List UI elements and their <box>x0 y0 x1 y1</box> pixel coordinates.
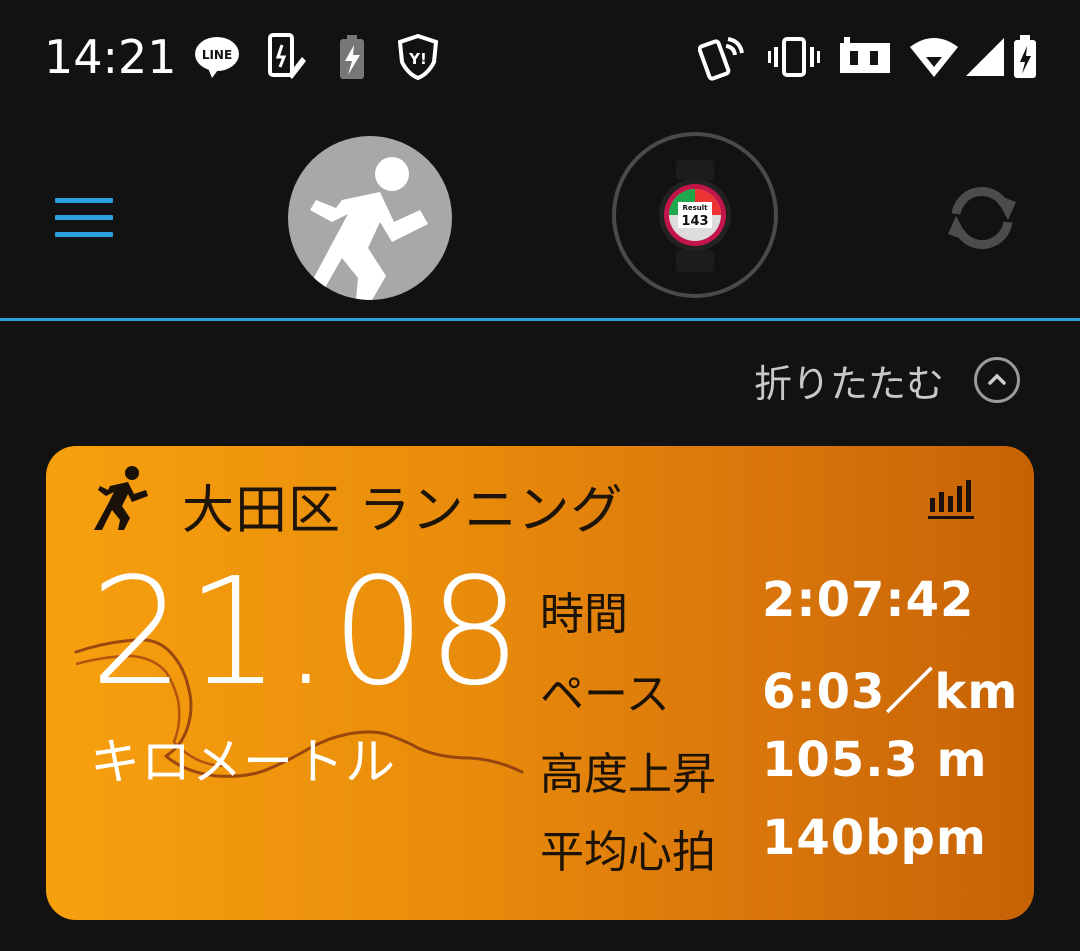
distance-unit: キロメートル <box>90 733 396 791</box>
toolbar-divider <box>0 318 1080 321</box>
menu-icon[interactable] <box>55 198 113 238</box>
nfc-icon <box>698 32 746 82</box>
status-time: 14:21 <box>44 30 177 84</box>
bar-chart-icon[interactable] <box>928 476 976 520</box>
watch-icon[interactable]: Result 143 <box>612 132 778 298</box>
status-bar: 14:21 LINE Y! <box>0 0 1080 115</box>
svg-text:143: 143 <box>681 214 708 229</box>
battery-icon <box>1012 32 1038 82</box>
signal-icon <box>966 32 1004 82</box>
activity-card[interactable]: 大田区 ランニング 21.08 キロメートル 時間 2:07:42 ペース 6:… <box>46 446 1034 920</box>
vibrate-icon <box>768 32 820 82</box>
screenshot-icon <box>266 32 306 82</box>
data-saver-icon <box>840 32 890 82</box>
battery-saver-icon <box>336 32 370 82</box>
stat-pace-value: 6:03／km <box>762 664 1019 720</box>
stat-pace-label: ペース <box>540 669 670 720</box>
yahoo-icon: Y! <box>398 32 438 82</box>
runner-avatar-icon[interactable] <box>288 136 452 300</box>
collapse-toggle[interactable]: 折りたたむ <box>753 355 1020 406</box>
stat-elevation-label: 高度上昇 <box>540 749 716 800</box>
svg-text:Y!: Y! <box>408 50 427 68</box>
running-icon <box>94 464 150 530</box>
stat-time-label: 時間 <box>540 589 628 640</box>
distance-value: 21.08 <box>90 546 524 718</box>
svg-text:Result: Result <box>682 204 708 212</box>
wifi-icon <box>910 32 958 82</box>
line-icon: LINE <box>194 32 240 82</box>
activity-title: 大田区 ランニング <box>182 481 624 541</box>
sync-icon[interactable] <box>938 180 1026 256</box>
stat-heartrate-value: 140bpm <box>762 810 987 866</box>
stat-time-value: 2:07:42 <box>762 572 975 628</box>
chevron-up-icon[interactable] <box>974 357 1020 403</box>
collapse-label: 折りたたむ <box>753 361 944 406</box>
svg-text:LINE: LINE <box>202 48 232 62</box>
stat-elevation-value: 105.3 m <box>762 732 988 788</box>
stat-heartrate-label: 平均心拍 <box>540 827 716 878</box>
